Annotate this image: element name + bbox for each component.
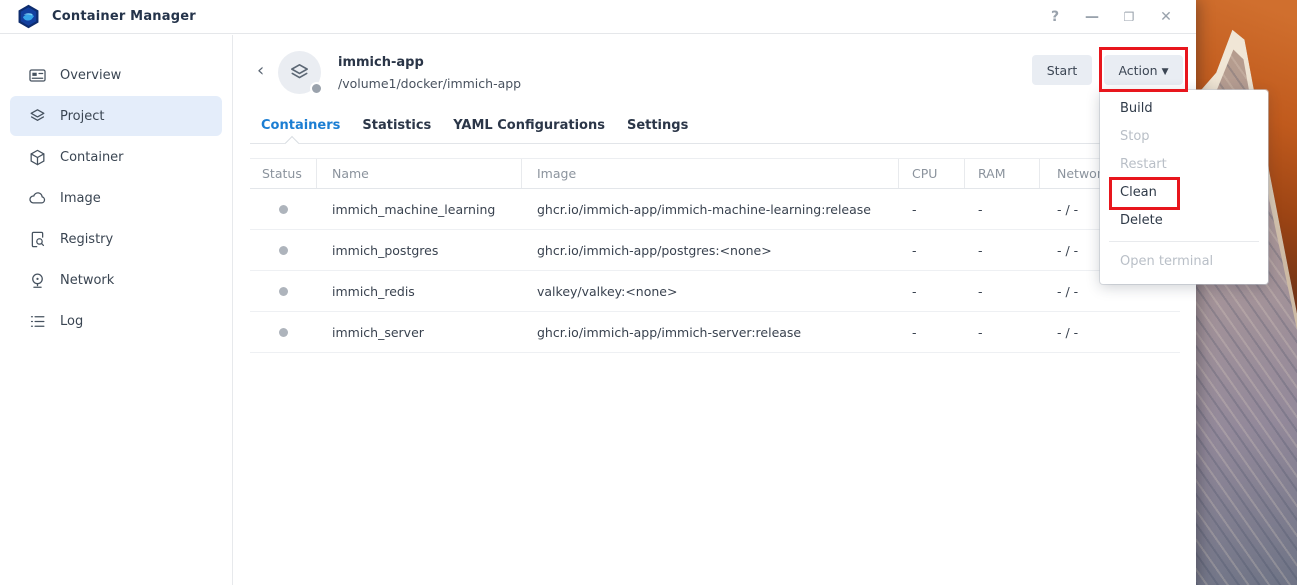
sidebar-item-label: Project xyxy=(60,109,104,124)
help-icon[interactable]: ? xyxy=(1047,9,1063,25)
menu-item-build[interactable]: Build xyxy=(1100,95,1268,123)
doc-search-icon xyxy=(28,230,47,249)
window-controls: ? — ❐ ✕ xyxy=(1047,0,1174,34)
sidebar-item-image[interactable]: Image xyxy=(10,178,222,218)
menu-divider xyxy=(1109,241,1259,242)
sidebar-item-network[interactable]: Network xyxy=(10,260,222,300)
table-row[interactable]: immich_server ghcr.io/immich-app/immich-… xyxy=(250,312,1180,353)
column-header-ram[interactable]: RAM xyxy=(965,159,1040,188)
container-cpu: - xyxy=(899,189,965,229)
container-cpu: - xyxy=(899,230,965,270)
menu-item-stop: Stop xyxy=(1100,123,1268,151)
status-cell xyxy=(250,230,317,270)
minimize-icon[interactable]: — xyxy=(1084,9,1100,25)
sidebar: Overview Project Container xyxy=(0,35,233,585)
column-header-status[interactable]: Status xyxy=(250,159,317,188)
action-dropdown-menu: Build Stop Restart Clean Delete Open ter… xyxy=(1100,90,1268,284)
container-ram: - xyxy=(965,312,1040,352)
active-tab-caret xyxy=(285,136,299,150)
sidebar-item-container[interactable]: Container xyxy=(10,137,222,177)
sidebar-item-log[interactable]: Log xyxy=(10,301,222,341)
sidebar-item-overview[interactable]: Overview xyxy=(10,55,222,95)
sidebar-item-label: Network xyxy=(60,273,114,288)
app-title: Container Manager xyxy=(52,9,196,24)
container-manager-app-icon xyxy=(17,4,40,29)
container-name: immich_redis xyxy=(317,271,522,311)
status-cell xyxy=(250,189,317,229)
sidebar-item-registry[interactable]: Registry xyxy=(10,219,222,259)
container-image: ghcr.io/immich-app/immich-server:release xyxy=(522,312,899,352)
sidebar-item-label: Container xyxy=(60,150,124,165)
container-cpu: - xyxy=(899,271,965,311)
close-icon[interactable]: ✕ xyxy=(1158,9,1174,25)
container-image: ghcr.io/immich-app/immich-machine-learni… xyxy=(522,189,899,229)
back-button[interactable]: ‹ xyxy=(257,60,264,81)
menu-item-restart: Restart xyxy=(1100,151,1268,179)
desktop-screen: Container Manager ? — ❐ ✕ Overview xyxy=(0,0,1297,585)
column-header-image[interactable]: Image xyxy=(522,159,899,188)
container-image: valkey/valkey:<none> xyxy=(522,271,899,311)
container-ram: - xyxy=(965,230,1040,270)
layers-icon xyxy=(288,61,311,84)
status-dot-icon xyxy=(279,205,288,214)
tab-containers[interactable]: Containers xyxy=(250,118,351,133)
action-button-label: Action xyxy=(1118,63,1157,78)
tab-settings[interactable]: Settings xyxy=(616,118,699,133)
desktop-wallpaper xyxy=(1196,0,1297,585)
status-dot-icon xyxy=(279,287,288,296)
container-cpu: - xyxy=(899,312,965,352)
title-bar: Container Manager ? — ❐ ✕ xyxy=(0,0,1196,34)
tab-yaml-configurations[interactable]: YAML Configurations xyxy=(442,118,616,133)
layers-icon xyxy=(28,107,47,126)
maximize-icon[interactable]: ❐ xyxy=(1121,10,1137,24)
overview-card-icon xyxy=(28,66,47,85)
menu-item-delete[interactable]: Delete xyxy=(1100,207,1268,235)
table-row[interactable]: immich_machine_learning ghcr.io/immich-a… xyxy=(250,189,1180,230)
column-header-name[interactable]: Name xyxy=(317,159,522,188)
status-cell xyxy=(250,312,317,352)
tab-statistics[interactable]: Statistics xyxy=(351,118,442,133)
tab-divider-line xyxy=(250,143,1180,144)
container-manager-window: Container Manager ? — ❐ ✕ Overview xyxy=(0,0,1196,585)
list-icon xyxy=(28,312,47,331)
project-status-dot xyxy=(310,82,323,95)
sidebar-item-label: Overview xyxy=(60,68,121,83)
cube-icon xyxy=(28,148,47,167)
status-dot-icon xyxy=(279,328,288,337)
table-row[interactable]: immich_postgres ghcr.io/immich-app/postg… xyxy=(250,230,1180,271)
cloud-icon xyxy=(28,189,47,208)
container-ram: - xyxy=(965,189,1040,229)
menu-item-open-terminal: Open terminal xyxy=(1100,248,1268,276)
containers-table: Status Name Image CPU RAM Network immich… xyxy=(250,158,1180,353)
table-header-row: Status Name Image CPU RAM Network xyxy=(250,158,1180,189)
container-network: - / - xyxy=(1040,312,1180,352)
action-button[interactable]: Action ▼ xyxy=(1104,55,1183,85)
project-avatar xyxy=(278,51,321,94)
container-ram: - xyxy=(965,271,1040,311)
sidebar-item-label: Log xyxy=(60,314,83,329)
container-image: ghcr.io/immich-app/postgres:<none> xyxy=(522,230,899,270)
table-row[interactable]: immich_redis valkey/valkey:<none> - - - … xyxy=(250,271,1180,312)
status-cell xyxy=(250,271,317,311)
column-header-cpu[interactable]: CPU xyxy=(899,159,965,188)
start-button[interactable]: Start xyxy=(1032,55,1092,85)
container-name: immich_machine_learning xyxy=(317,189,522,229)
status-dot-icon xyxy=(279,246,288,255)
chevron-down-icon: ▼ xyxy=(1162,67,1169,77)
sidebar-item-project[interactable]: Project xyxy=(10,96,222,136)
project-path: /volume1/docker/immich-app xyxy=(338,76,521,91)
sidebar-item-label: Registry xyxy=(60,232,113,247)
container-name: immich_server xyxy=(317,312,522,352)
sidebar-item-label: Image xyxy=(60,191,101,206)
project-name: immich-app xyxy=(338,55,424,70)
container-name: immich_postgres xyxy=(317,230,522,270)
menu-item-clean[interactable]: Clean xyxy=(1100,179,1268,207)
network-hub-icon xyxy=(28,271,47,290)
tab-bar: Containers Statistics YAML Configuration… xyxy=(250,118,699,133)
